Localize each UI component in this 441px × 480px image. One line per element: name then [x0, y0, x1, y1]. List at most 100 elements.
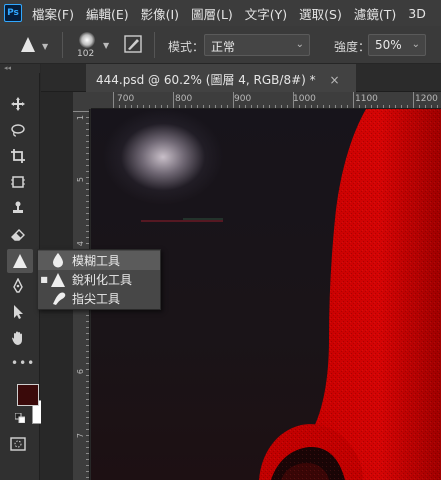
- lasso-tool-icon[interactable]: [8, 119, 28, 141]
- flyout-item-blur[interactable]: 模糊工具: [38, 251, 160, 270]
- blur-tool-icon[interactable]: [7, 249, 33, 273]
- flyout-item-smudge[interactable]: 指尖工具: [38, 289, 160, 308]
- finger-icon: [50, 291, 66, 307]
- ruler-tick: [86, 159, 89, 160]
- flyout-item-label: 指尖工具: [72, 292, 121, 306]
- ruler-label: 800: [175, 94, 193, 104]
- brush-tip-icon: [79, 32, 95, 48]
- ruler-tick: [86, 123, 89, 124]
- ruler-tick: [86, 129, 89, 130]
- pen-tool-icon[interactable]: [8, 275, 28, 297]
- divider: [62, 32, 63, 58]
- menu-select[interactable]: 選取(S): [299, 4, 342, 23]
- ruler-tick: [86, 135, 89, 136]
- ruler-label: 6: [76, 369, 85, 375]
- ruler-tick: [86, 171, 89, 172]
- default-colors-icon[interactable]: [14, 412, 26, 424]
- flyout-item-label: 銳利化工具: [72, 273, 133, 287]
- mode-value: 正常: [211, 40, 236, 54]
- ruler-tick: [86, 201, 89, 202]
- blur-triangle-icon: [21, 37, 35, 52]
- ruler-tick: [86, 423, 89, 424]
- strength-label: 強度：: [334, 40, 371, 54]
- ruler-tick: [86, 351, 89, 352]
- ruler-label: 5: [76, 177, 85, 183]
- crop-tool-icon[interactable]: [8, 145, 28, 167]
- ruler-tick: [86, 117, 89, 118]
- ruler-tick: [233, 92, 234, 108]
- menu-image[interactable]: 影像(I): [141, 4, 179, 23]
- ruler-label: 1000: [293, 94, 316, 104]
- ruler-tick: [86, 429, 89, 430]
- ruler-tick: [86, 327, 89, 328]
- tool-preset-picker[interactable]: ▼: [6, 32, 56, 58]
- menu-filter[interactable]: 濾鏡(T): [354, 4, 396, 23]
- ruler-tick: [86, 225, 89, 226]
- ruler-tick: [86, 141, 89, 142]
- ruler-label: 1: [76, 115, 85, 121]
- tools-panel: ••• ⇆: [0, 73, 60, 480]
- ruler-tick: [86, 375, 89, 376]
- ruler-tick: [86, 177, 89, 178]
- menu-file[interactable]: 檔案(F): [32, 4, 74, 23]
- ruler-label: 900: [234, 94, 252, 104]
- ruler-tick: [86, 321, 89, 322]
- ruler-tick: [86, 477, 89, 478]
- flyout-item-sharpen[interactable]: ■ 銳利化工具: [38, 270, 160, 289]
- menu-edit[interactable]: 編輯(E): [86, 4, 129, 23]
- drop-icon: [50, 253, 66, 269]
- menu-bar: Ps 檔案(F) 編輯(E) 影像(I) 圖層(L) 文字(Y) 選取(S) 濾…: [0, 0, 441, 26]
- ruler-tick: [86, 153, 89, 154]
- mode-select[interactable]: 正常 ⌄: [204, 34, 310, 56]
- toolbar-collapse-handle[interactable]: ◂◂: [0, 64, 40, 73]
- frame-tool-icon[interactable]: [8, 171, 28, 193]
- ruler-tick: [86, 417, 89, 418]
- ruler-tick: [173, 92, 174, 108]
- ruler-tick: [86, 195, 89, 196]
- ruler-tick: [86, 399, 89, 400]
- chevron-down-icon: ▼: [42, 42, 49, 51]
- document-tab[interactable]: 444.psd @ 60.2% (圖層 4, RGB/8#) * ×: [86, 64, 356, 92]
- foreground-color-swatch[interactable]: [17, 384, 39, 406]
- divider: [154, 32, 155, 58]
- strength-value: 50%: [375, 38, 402, 52]
- document-tab-bar: 444.psd @ 60.2% (圖層 4, RGB/8#) * ×: [41, 64, 441, 92]
- eraser-tool-icon[interactable]: [8, 223, 28, 245]
- ruler-tick: [86, 345, 89, 346]
- ruler-tick: [86, 411, 89, 412]
- ruler-tick: [86, 339, 89, 340]
- hand-tool-icon[interactable]: [8, 327, 28, 349]
- strength-input[interactable]: 50% ⌄: [368, 34, 426, 56]
- ruler-tick: [86, 333, 89, 334]
- chevron-down-icon: ⌄: [411, 39, 420, 50]
- ruler-tick: [86, 165, 89, 166]
- ruler-tick: [86, 183, 89, 184]
- move-tool-icon[interactable]: [8, 93, 28, 115]
- menu-type[interactable]: 文字(Y): [245, 4, 287, 23]
- quick-mask-icon[interactable]: [8, 433, 28, 455]
- ruler-tick: [86, 459, 89, 460]
- chevron-down-icon[interactable]: ▼: [103, 41, 109, 50]
- photoshop-logo-icon: Ps: [4, 4, 22, 22]
- ruler-tick: [86, 219, 89, 220]
- ruler-tick: [86, 213, 89, 214]
- brush-settings-icon[interactable]: [124, 35, 142, 53]
- ruler-label: 7: [76, 433, 85, 439]
- ruler-tick: [86, 231, 89, 232]
- stamp-tool-icon[interactable]: [8, 197, 28, 219]
- close-icon[interactable]: ×: [329, 73, 339, 87]
- ruler-tick: [86, 465, 89, 466]
- horizontal-ruler[interactable]: 700 800 900 1000 1100 1200: [91, 92, 441, 109]
- ruler-tick: [86, 189, 89, 190]
- path-selection-tool-icon[interactable]: [8, 301, 28, 323]
- menu-3d[interactable]: 3D: [408, 6, 426, 21]
- selected-indicator: ■: [40, 275, 48, 284]
- ruler-corner: [73, 92, 91, 109]
- ruler-tick: [86, 405, 89, 406]
- menu-layer[interactable]: 圖層(L): [191, 4, 233, 23]
- ruler-tick: [86, 393, 89, 394]
- edit-toolbar-icon[interactable]: •••: [11, 356, 35, 370]
- brush-preset-picker[interactable]: 102: [76, 30, 100, 60]
- triangle-icon: [50, 272, 66, 288]
- mode-label: 模式：: [168, 40, 205, 54]
